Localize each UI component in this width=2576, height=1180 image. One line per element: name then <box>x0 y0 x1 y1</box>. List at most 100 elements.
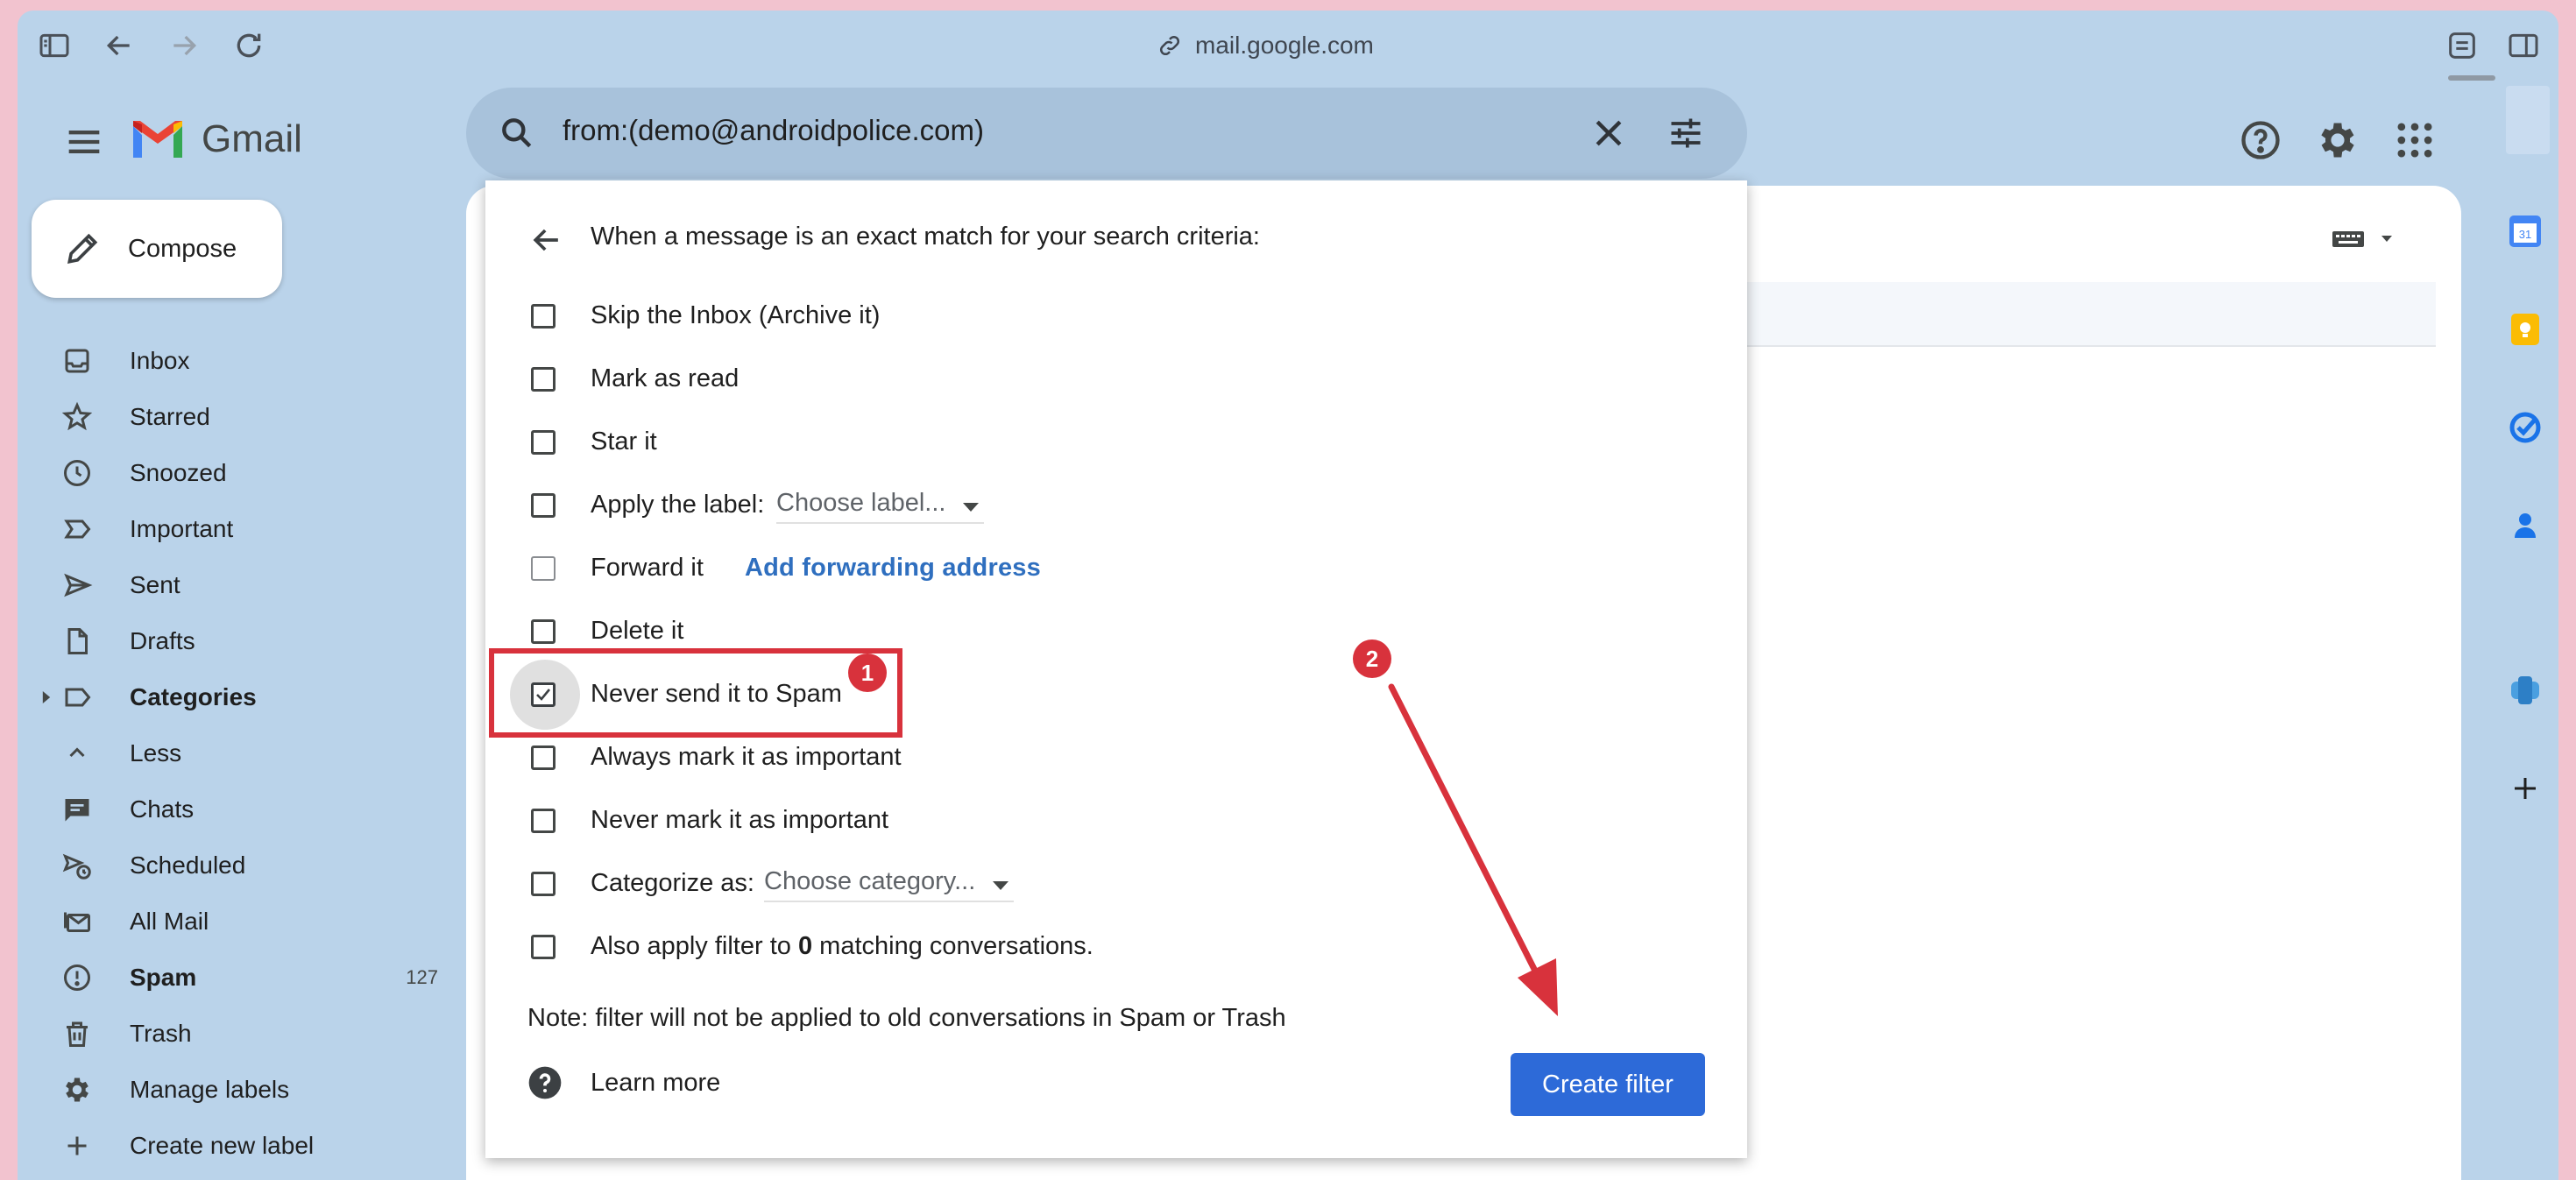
browser-toolbar: mail.google.com <box>18 11 2558 81</box>
sidebar-item-label: Snoozed <box>130 459 227 486</box>
option-forward[interactable]: Forward it Add forwarding address <box>485 543 1712 592</box>
dropdown-value: Choose category... <box>764 867 976 895</box>
add-apps-plus-icon[interactable] <box>2506 769 2544 808</box>
help-circle-icon <box>527 1065 563 1100</box>
zoom-app-icon[interactable] <box>2506 671 2544 710</box>
clock-icon <box>64 460 90 486</box>
option-always-important[interactable]: Always mark it as important <box>485 732 1712 781</box>
main-list-row <box>1735 282 2436 347</box>
also-apply-prefix: Also apply filter to <box>591 932 791 960</box>
main-menu-icon[interactable] <box>61 119 107 165</box>
apply-label-checkbox[interactable] <box>531 493 556 518</box>
option-label: Skip the Inbox (Archive it) <box>591 301 881 329</box>
sidebar-item-label: Create new label <box>130 1132 315 1159</box>
option-label: Forward it <box>591 554 704 582</box>
sidebar-item-label: All Mail <box>130 908 209 935</box>
also-apply-checkbox[interactable] <box>531 935 556 959</box>
sidebar-item-scheduled[interactable]: Scheduled <box>18 839 438 892</box>
contacts-icon[interactable] <box>2506 506 2544 545</box>
create-filter-button[interactable]: Create filter <box>1511 1053 1705 1116</box>
option-label: Delete it <box>591 617 684 645</box>
settings-gear-icon[interactable] <box>2315 117 2360 163</box>
plus-icon <box>67 1136 87 1155</box>
skip-inbox-checkbox[interactable] <box>531 304 556 329</box>
link-icon <box>1159 35 1180 56</box>
gmail-logo[interactable]: Gmail <box>130 117 302 161</box>
sidebar-item-sent[interactable]: Sent <box>18 559 438 611</box>
sidebar-item-label: Trash <box>130 1020 192 1047</box>
sidebar-item-trash[interactable]: Trash <box>18 1007 438 1060</box>
sidebar-item-create-label[interactable]: Create new label <box>18 1120 438 1172</box>
option-label: Mark as read <box>591 364 740 392</box>
sidebar-item-label: Scheduled <box>130 851 246 879</box>
search-input[interactable]: from:(demo@androidpolice.com) <box>563 114 984 147</box>
sidebar-item-manage-labels[interactable]: Manage labels <box>18 1063 438 1116</box>
sidebar-item-important[interactable]: Important <box>18 503 438 555</box>
help-icon[interactable] <box>2238 117 2283 163</box>
sidebar-item-spam[interactable]: Spam 127 <box>18 951 438 1004</box>
label-icon <box>65 688 91 707</box>
reload-icon[interactable] <box>231 28 266 63</box>
categorize-checkbox[interactable] <box>531 872 556 896</box>
address-bar[interactable]: mail.google.com <box>1157 28 1374 63</box>
sidebar-item-label: Spam <box>130 964 197 991</box>
sidebar-toggle-icon[interactable] <box>37 28 72 63</box>
option-categorize[interactable]: Categorize as: Choose category... <box>485 859 1712 908</box>
option-star[interactable]: Star it <box>485 417 1712 466</box>
clear-search-icon[interactable] <box>1589 114 1628 152</box>
forward-checkbox[interactable] <box>531 556 556 581</box>
mark-read-checkbox[interactable] <box>531 367 556 392</box>
search-options-icon[interactable] <box>1667 114 1705 152</box>
schedule-send-icon <box>62 853 91 880</box>
sidebar-item-categories[interactable]: Categories <box>18 671 438 724</box>
browser-window: mail.google.com Gmail from:(demo@android… <box>18 11 2558 1180</box>
svg-text:31: 31 <box>2519 228 2531 241</box>
star-icon <box>61 401 93 431</box>
option-label: Apply the label: <box>591 491 765 519</box>
sidebar-item-all-mail[interactable]: All Mail <box>18 895 438 948</box>
option-skip-inbox[interactable]: Skip the Inbox (Archive it) <box>485 291 1712 340</box>
pencil-icon <box>67 233 98 265</box>
delete-checkbox[interactable] <box>531 619 556 644</box>
option-label: Always mark it as important <box>591 743 902 771</box>
sidebar-item-snoozed[interactable]: Snoozed <box>18 447 438 499</box>
extension-icon[interactable] <box>2445 28 2480 63</box>
sidebar-item-chats[interactable]: Chats <box>18 783 438 836</box>
option-also-apply[interactable]: Also apply filter to 0 matching conversa… <box>485 922 1712 971</box>
also-apply-suffix: matching conversations. <box>819 932 1093 960</box>
star-it-checkbox[interactable] <box>531 430 556 455</box>
sidebar-item-label: Important <box>130 515 234 542</box>
forward-arrow-icon[interactable] <box>166 28 202 63</box>
compose-button[interactable]: Compose <box>32 200 282 298</box>
back-arrow-icon[interactable] <box>527 221 566 259</box>
sidebar-item-starred[interactable]: Starred <box>18 391 438 443</box>
split-view-icon[interactable] <box>2506 28 2541 63</box>
label-select-dropdown[interactable]: Choose label... <box>776 489 985 524</box>
option-mark-read[interactable]: Mark as read <box>485 354 1712 403</box>
tasks-icon[interactable] <box>2506 408 2544 447</box>
gear-icon <box>66 1078 88 1102</box>
sidebar-item-less[interactable]: Less <box>18 727 438 780</box>
compose-label: Compose <box>128 234 237 263</box>
always-important-checkbox[interactable] <box>531 745 556 770</box>
keyboard-input-tools-icon[interactable] <box>2331 226 2406 252</box>
apps-grid-icon[interactable] <box>2392 117 2438 163</box>
sidebar-item-inbox[interactable]: Inbox <box>18 335 438 387</box>
gmail-m-icon <box>133 121 182 158</box>
learn-more-link[interactable]: Learn more <box>591 1069 720 1098</box>
option-never-important[interactable]: Never mark it as important <box>485 795 1712 844</box>
category-select-dropdown[interactable]: Choose category... <box>764 867 1015 902</box>
search-bar[interactable]: from:(demo@androidpolice.com) <box>466 88 1747 179</box>
keep-icon[interactable] <box>2506 310 2544 349</box>
calendar-icon[interactable]: 31 <box>2506 212 2544 251</box>
matching-count: 0 <box>797 932 813 960</box>
draft-icon <box>67 628 88 654</box>
add-forwarding-address-link[interactable]: Add forwarding address <box>745 554 1041 583</box>
option-apply-label[interactable]: Apply the label: Choose label... <box>485 480 1712 529</box>
never-important-checkbox[interactable] <box>531 809 556 833</box>
expand-arrow-icon[interactable] <box>40 689 53 706</box>
back-arrow-icon[interactable] <box>102 28 137 63</box>
sidebar-item-drafts[interactable]: Drafts <box>18 615 438 668</box>
search-icon[interactable] <box>498 114 536 152</box>
side-panel-tab <box>2506 86 2550 154</box>
